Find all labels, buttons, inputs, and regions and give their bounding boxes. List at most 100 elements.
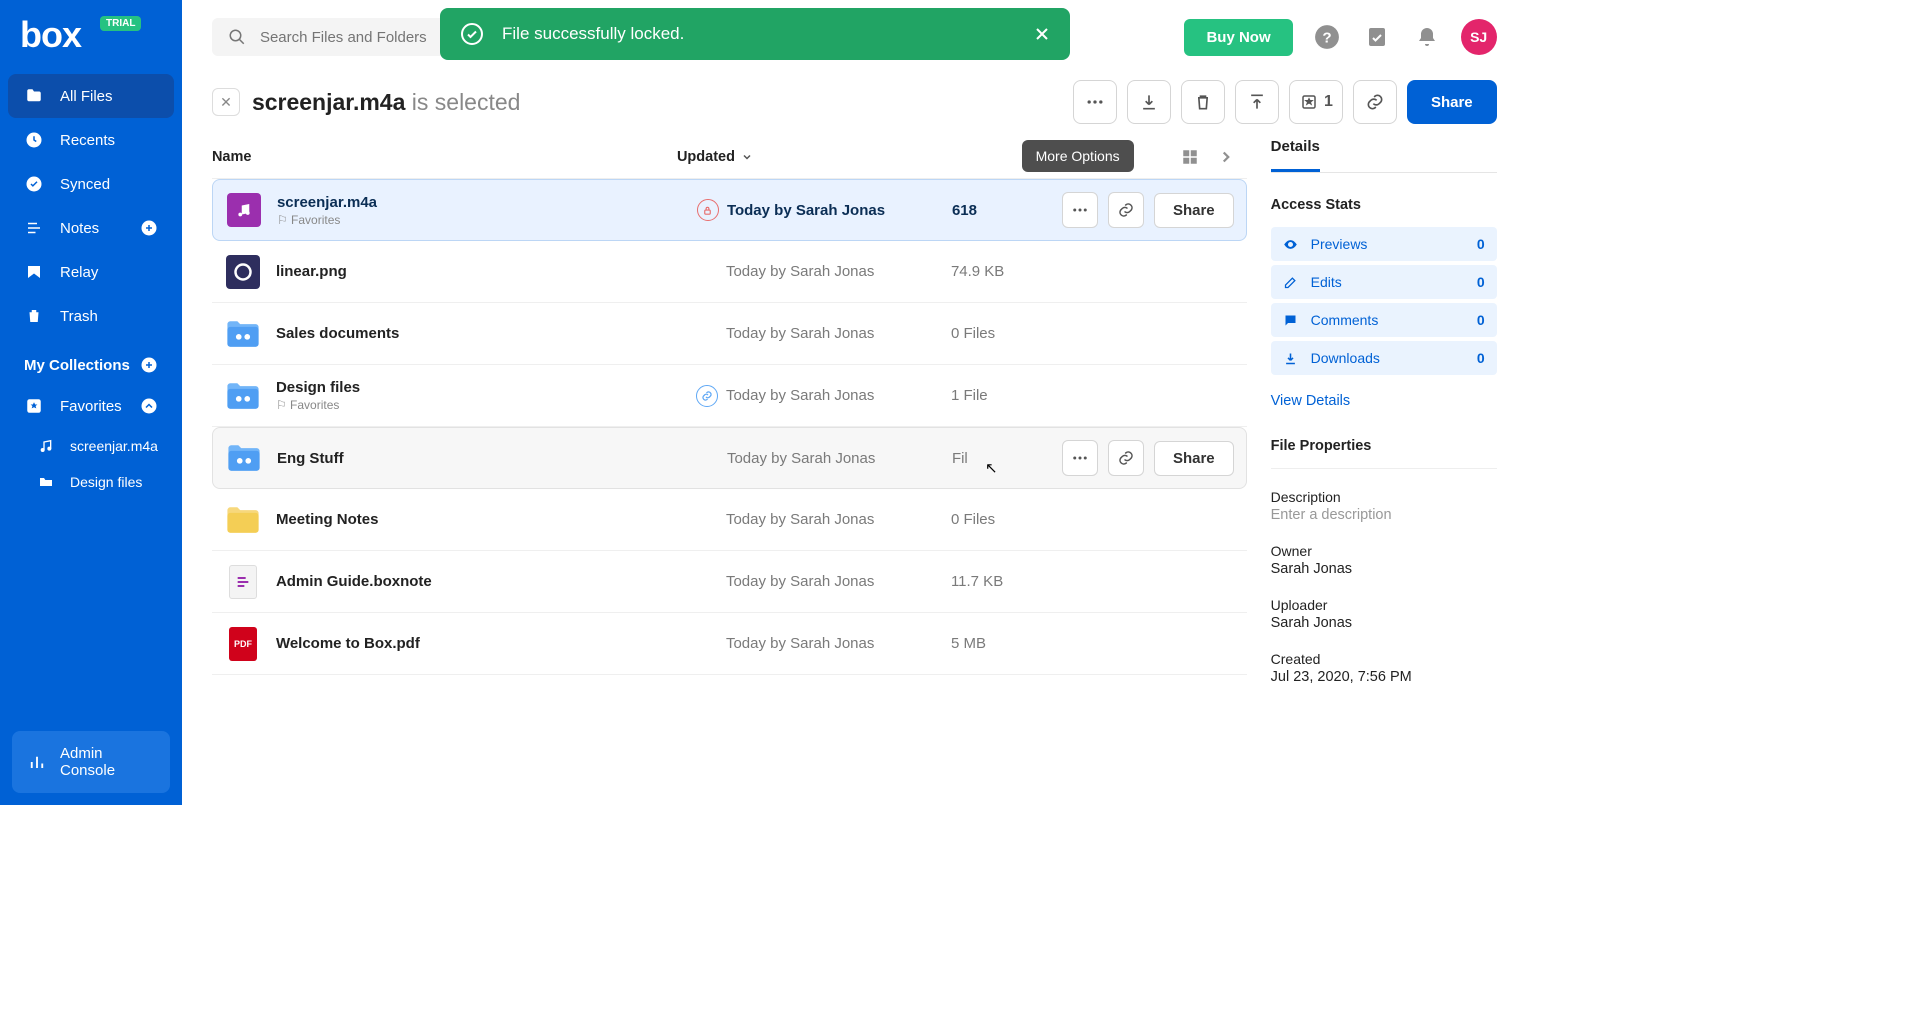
check-circle-icon: [460, 22, 484, 46]
size-cell: Fil: [952, 450, 1062, 467]
avatar[interactable]: SJ: [1461, 19, 1497, 55]
tasks-icon[interactable]: [1361, 21, 1393, 53]
column-updated[interactable]: Updated: [677, 149, 902, 165]
selection-title: screenjar.m4a is selected: [252, 89, 521, 116]
sidebar-item-label: Relay: [60, 264, 98, 281]
lock-icon: [697, 199, 719, 221]
updated-cell: Today by Sarah Jonas: [727, 202, 952, 219]
stat-label: Edits: [1311, 274, 1342, 290]
search-icon: [228, 28, 246, 46]
view-details-link[interactable]: View Details: [1271, 393, 1351, 409]
trash-icon: [24, 306, 44, 326]
updated-cell: Today by Sarah Jonas: [726, 263, 951, 280]
buy-now-button[interactable]: Buy Now: [1184, 19, 1292, 56]
file-type-icon: [226, 379, 260, 413]
row-link-button[interactable]: [1108, 192, 1144, 228]
size-cell: 1 File: [951, 387, 1061, 404]
sidebar-item-trash[interactable]: Trash: [8, 294, 174, 338]
favorite-item-screenjar[interactable]: screenjar.m4a: [8, 428, 174, 464]
description-label: Description: [1271, 489, 1497, 505]
file-type-icon: [226, 565, 260, 599]
stat-row-comments[interactable]: Comments0: [1271, 303, 1497, 337]
file-properties-title: File Properties: [1271, 438, 1497, 454]
table-row[interactable]: screenjar.m4a ⚐ Favorites Today by Sarah J…: [212, 179, 1247, 241]
sidebar-item-label: Recents: [60, 132, 115, 149]
star-icon: [24, 396, 44, 416]
bell-icon[interactable]: [1411, 21, 1443, 53]
size-cell: 5 MB: [951, 635, 1061, 652]
table-row[interactable]: Admin Guide.boxnoteToday by Sarah Jonas1…: [212, 551, 1247, 613]
favorite-item-label: screenjar.m4a: [70, 438, 158, 454]
clock-icon: [24, 130, 44, 150]
plus-circle-icon[interactable]: [140, 219, 158, 237]
link-icon: [696, 385, 718, 407]
stat-icon: [1283, 351, 1301, 366]
collection-button[interactable]: 1: [1289, 80, 1343, 124]
sidebar-item-all-files[interactable]: All Files: [8, 74, 174, 118]
description-field[interactable]: Enter a description: [1271, 507, 1497, 523]
stat-row-downloads[interactable]: Downloads0: [1271, 341, 1497, 375]
file-name[interactable]: Eng Stuff: [277, 450, 697, 467]
sidebar-item-favorites[interactable]: Favorites: [8, 384, 174, 428]
file-name[interactable]: Meeting Notes: [276, 511, 696, 528]
download-button[interactable]: [1127, 80, 1171, 124]
check-circle-icon: [24, 174, 44, 194]
more-options-button[interactable]: [1073, 80, 1117, 124]
file-name[interactable]: Admin Guide.boxnote: [276, 573, 696, 590]
upload-button[interactable]: [1235, 80, 1279, 124]
tab-details[interactable]: Details: [1271, 138, 1320, 172]
share-button[interactable]: Share: [1407, 80, 1497, 124]
file-type-icon: [227, 441, 261, 475]
my-collections-header: My Collections: [8, 338, 174, 384]
updated-cell: Today by Sarah Jonas: [726, 325, 951, 342]
table-row[interactable]: linear.pngToday by Sarah Jonas74.9 KB: [212, 241, 1247, 303]
close-icon[interactable]: [1034, 26, 1050, 42]
sidebar-item-relay[interactable]: Relay: [8, 250, 174, 294]
column-name[interactable]: Name: [212, 149, 677, 165]
updated-cell: Today by Sarah Jonas: [726, 511, 951, 528]
details-panel: Details Access Stats Previews0Edits0Comm…: [1247, 138, 1527, 705]
close-selection-button[interactable]: ✕: [212, 88, 240, 116]
table-row[interactable]: Eng Stuff Today by Sarah Jonas Fil Share: [212, 427, 1247, 489]
file-name[interactable]: Design files: [276, 379, 696, 396]
row-more-button[interactable]: [1062, 192, 1098, 228]
sidebar-item-synced[interactable]: Synced: [8, 162, 174, 206]
table-row[interactable]: Sales documents Today by Sarah Jonas0 Fil…: [212, 303, 1247, 365]
notes-icon: [24, 218, 44, 238]
row-more-button[interactable]: [1062, 440, 1098, 476]
file-name[interactable]: screenjar.m4a: [277, 194, 697, 211]
row-share-button[interactable]: Share: [1154, 193, 1234, 228]
row-share-button[interactable]: Share: [1154, 441, 1234, 476]
table-row[interactable]: Design files⚐ FavoritesToday by Sarah Jo…: [212, 365, 1247, 427]
chevron-right-icon[interactable]: [1217, 148, 1235, 166]
table-row[interactable]: PDFWelcome to Box.pdfToday by Sarah Jona…: [212, 613, 1247, 675]
trash-button[interactable]: [1181, 80, 1225, 124]
table-row[interactable]: Meeting NotesToday by Sarah Jonas0 Files: [212, 489, 1247, 551]
stat-icon: [1283, 275, 1301, 290]
favorites-tag: ⚐ Favorites: [277, 213, 697, 227]
folder-icon: [24, 86, 44, 106]
sidebar-item-label: Synced: [60, 176, 110, 193]
sidebar-item-recents[interactable]: Recents: [8, 118, 174, 162]
stat-label: Downloads: [1311, 350, 1380, 366]
file-type-icon: [226, 503, 260, 537]
updated-cell: Today by Sarah Jonas: [727, 450, 952, 467]
audio-icon: [38, 438, 54, 454]
sidebar-item-notes[interactable]: Notes: [8, 206, 174, 250]
file-type-icon: [227, 193, 261, 227]
size-cell: 0 Files: [951, 325, 1061, 342]
file-name[interactable]: Welcome to Box.pdf: [276, 635, 696, 652]
file-name[interactable]: linear.png: [276, 263, 696, 280]
grid-view-icon[interactable]: [1181, 148, 1199, 166]
stat-row-edits[interactable]: Edits0: [1271, 265, 1497, 299]
help-icon[interactable]: ?: [1311, 21, 1343, 53]
admin-console-button[interactable]: Admin Console: [12, 731, 170, 793]
chevron-up-circle-icon[interactable]: [140, 397, 158, 415]
stat-row-previews[interactable]: Previews0: [1271, 227, 1497, 261]
stat-label: Comments: [1311, 312, 1379, 328]
row-link-button[interactable]: [1108, 440, 1144, 476]
file-name[interactable]: Sales documents: [276, 325, 696, 342]
favorite-item-design-files[interactable]: Design files: [8, 464, 174, 500]
plus-circle-icon[interactable]: [140, 356, 158, 374]
link-button[interactable]: [1353, 80, 1397, 124]
